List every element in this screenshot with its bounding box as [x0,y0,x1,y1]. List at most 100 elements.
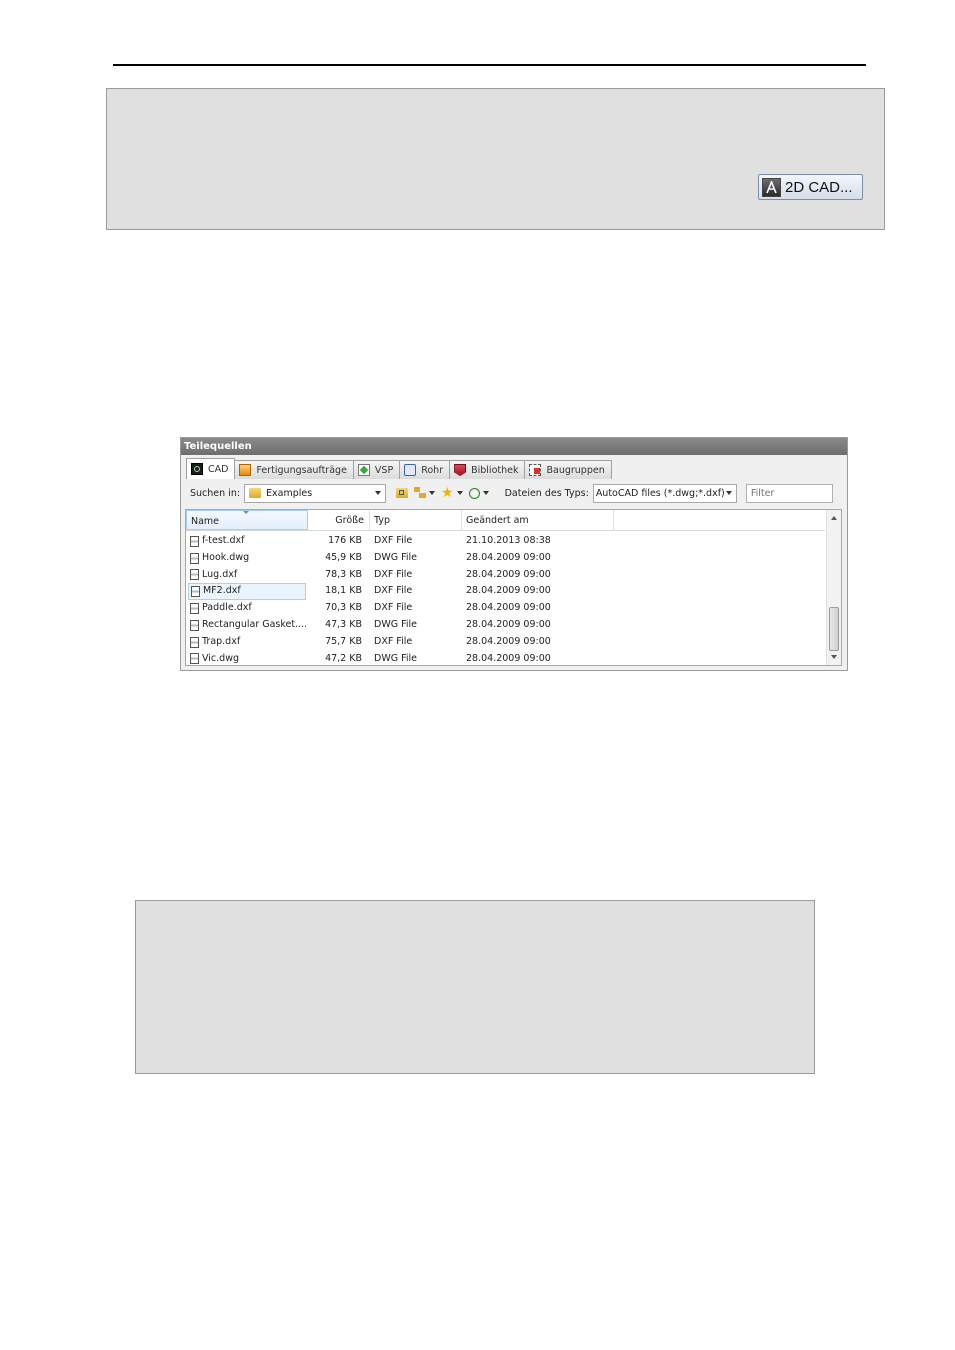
scroll-down-icon[interactable] [831,655,837,659]
scrollbar-thumb[interactable] [829,607,839,651]
file-type: DXF File [374,535,413,546]
tab-baugruppen[interactable]: Baugruppen [524,460,612,479]
file-size: 45,9 KB [325,551,362,563]
file-date: 28.04.2009 09:00 [466,568,551,580]
info-box-top [106,88,885,230]
file-date: 28.04.2009 09:00 [466,618,551,630]
table-row[interactable]: Trap.dxf 75,7 KB DXF File 28.04.2009 09:… [186,634,825,651]
file-name: Trap.dxf [202,635,241,647]
2d-cad-button[interactable]: 2D CAD... [758,174,863,200]
sort-indicator-icon [243,511,249,514]
tab-cad[interactable]: CAD [186,458,236,479]
file-type: DWG File [374,652,417,664]
table-row[interactable]: Vic.dwg 47,2 KB DWG File 28.04.2009 09:0… [186,651,825,668]
table-row[interactable]: Lug.dxf 78,3 KB DXF File 28.04.2009 09:0… [186,567,825,584]
2d-cad-button-label: 2D CAD... [785,178,853,196]
file-size: 47,3 KB [325,618,362,630]
chevron-down-icon [482,491,489,495]
chevron-down-icon [429,491,436,495]
file-type: DWG File [374,551,417,563]
file-name: Rectangular Gasket.... [202,618,306,630]
scroll-up-icon[interactable] [831,516,837,520]
assembly-icon [529,464,542,476]
tab-rohr[interactable]: Rohr [399,460,451,479]
search-in-label: Suchen in: [190,487,241,499]
file-type: DXF File [374,585,413,597]
file-date: 28.04.2009 09:00 [466,551,551,563]
file-rows: f-test.dxf 176 KB DXF File 21.10.2013 08… [186,533,825,667]
tab-vsp[interactable]: VSP [352,460,401,479]
cad-icon [191,463,203,475]
file-name: Vic.dwg [202,652,240,664]
file-type: DXF File [374,602,413,614]
file-type: DXF File [374,635,413,647]
file-date: 21.10.2013 08:38 [466,535,551,546]
cad-drawing-icon [762,177,781,197]
file-size: 176 KB [328,535,362,546]
view-menu-button[interactable] [414,487,436,499]
view-tree-icon [414,487,427,499]
file-icon [190,619,199,631]
file-name: MF2.dxf [203,585,241,597]
tab-label: Bibliothek [471,464,519,476]
table-row-selected[interactable]: MF2.dxf 18,1 KB DXF File 28.04.2009 09:0… [186,583,825,601]
file-list: Name Größe Typ Geändert am f-test.dxf 17… [185,509,842,666]
folder-icon [249,488,262,498]
file-size: 78,3 KB [325,568,362,580]
file-name: Lug.dxf [202,568,238,580]
tab-label: VSP [374,464,394,476]
file-list-header: Name Größe Typ Geändert am [186,510,825,531]
file-icon [190,653,199,665]
file-name: Paddle.dxf [202,602,252,614]
tab-fertigungsauftraege[interactable]: Fertigungsaufträge [234,460,354,479]
teilequellen-panel: Teilequellen CAD Fertigungsaufträge VSP … [180,437,848,671]
file-name: Hook.dwg [202,551,250,563]
file-type-combo[interactable]: AutoCAD files (*.dwg;*.dxf) [592,483,737,503]
chevron-down-icon [456,491,463,495]
file-size: 18,1 KB [325,585,362,597]
tab-bibliothek[interactable]: Bibliothek [449,460,526,479]
info-box-bottom [135,900,815,1074]
table-row[interactable]: Hook.dwg 45,9 KB DWG File 28.04.2009 09:… [186,550,825,567]
file-icon [190,552,199,564]
column-header-size[interactable]: Größe [308,510,370,530]
filter-input[interactable] [745,483,833,503]
file-size: 47,2 KB [325,652,362,664]
tab-label: CAD [208,463,229,475]
table-row[interactable]: f-test.dxf 176 KB DXF File 21.10.2013 08… [186,533,825,550]
tube-icon [404,464,417,476]
library-icon [454,464,467,476]
file-icon [190,603,199,615]
tab-label: Baugruppen [546,464,605,476]
page-header-rule [113,64,866,66]
file-type: DWG File [374,618,417,630]
chevron-down-icon [725,490,732,495]
file-type-label: Dateien des Typs: [504,487,589,499]
search-in-value: Examples [266,487,313,499]
tab-label: Fertigungsaufträge [256,464,347,476]
file-icon [190,636,199,648]
history-button[interactable] [468,487,489,499]
column-header-name[interactable]: Name [186,510,308,530]
folder-up-icon [396,488,409,498]
vsp-icon [357,464,370,476]
file-size: 75,7 KB [325,635,362,647]
panel-title: Teilequellen [181,438,847,455]
file-type: DXF File [374,568,413,580]
file-size: 70,3 KB [325,602,362,614]
file-icon [190,569,199,581]
favorites-button[interactable]: ★ [441,486,463,500]
file-name: f-test.dxf [202,535,245,546]
up-folder-button[interactable] [396,488,409,498]
source-tabs: CAD Fertigungsaufträge VSP Rohr Biblioth… [186,458,612,479]
table-row[interactable]: Rectangular Gasket.... 47,3 KB DWG File … [186,617,825,634]
table-row[interactable]: Paddle.dxf 70,3 KB DXF File 28.04.2009 0… [186,600,825,617]
column-header-date[interactable]: Geändert am [462,510,614,530]
file-icon [190,535,199,547]
file-toolbar: Suchen in: Examples ★ Dateien des Typs: … [184,481,844,505]
file-icon [191,586,200,598]
vertical-scrollbar[interactable] [826,510,841,665]
search-in-combo[interactable]: Examples [244,483,387,503]
column-header-type[interactable]: Typ [370,510,462,530]
file-date: 28.04.2009 09:00 [466,585,551,597]
